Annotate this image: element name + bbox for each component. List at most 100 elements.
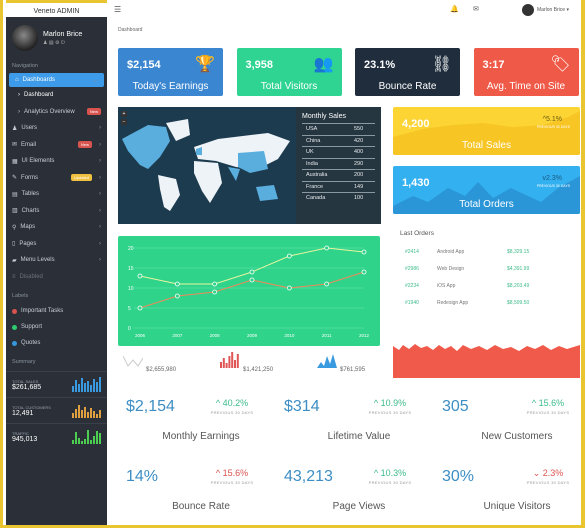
- bar: [87, 381, 89, 392]
- bar: [75, 432, 77, 444]
- user-icons[interactable]: ♟ ▤ ⚙ ⏻: [43, 40, 82, 46]
- bar: [93, 436, 95, 444]
- avatar[interactable]: [12, 25, 38, 51]
- messages-icon[interactable]: ✉: [473, 5, 479, 13]
- chevron-up-icon: ^: [373, 468, 381, 478]
- sidebar-item-ui-elements[interactable]: ▦ UI Elements ›: [6, 153, 107, 170]
- order-row[interactable]: #2414 Android App $8,329.15: [405, 243, 580, 260]
- bar: [75, 409, 77, 418]
- card-value: 3:17: [482, 59, 505, 71]
- chevron-right-icon: ›: [99, 207, 101, 214]
- sidebar-item-analytics-overview[interactable]: › Analytics Overview New: [6, 104, 107, 121]
- data-point[interactable]: [286, 285, 292, 291]
- kpi-stat: $2,154 ^ 40.2% PREVIOUS 30 DAYS Monthly Ear…: [126, 398, 276, 448]
- data-point[interactable]: [324, 281, 330, 287]
- monthly-sales-row: Australia 200: [302, 169, 375, 181]
- sidebar-item-pages[interactable]: ▯ Pages ›: [6, 236, 107, 253]
- order-row[interactable]: #2234 iOS App $8,203.49: [405, 277, 580, 294]
- summary-heading: Summary: [12, 359, 36, 365]
- sidebar-item-label: Menu Levels: [20, 257, 55, 264]
- sparkline-value: $1,421,250: [243, 367, 274, 373]
- sidebar-item-disabled[interactable]: ≡ Disabled: [6, 269, 107, 286]
- order-row[interactable]: #1940 Redesign App $8,599.50: [405, 294, 580, 311]
- total-sales-value: 4,200: [402, 118, 430, 130]
- sidebar-item-dashboard[interactable]: › Dashboard: [6, 87, 107, 104]
- header-avatar[interactable]: [522, 4, 534, 16]
- summary-label: TOTAL SALES: [12, 378, 39, 384]
- stat-card[interactable]: 3,958 👥 Total Visitors: [236, 48, 342, 96]
- data-point[interactable]: [137, 305, 143, 311]
- order-row[interactable]: #2986 Web Design $4,391.99: [405, 260, 580, 277]
- sidebar-item-maps[interactable]: ⚲ Maps ›: [6, 219, 107, 236]
- chart-icon: ▥: [12, 208, 18, 215]
- data-point[interactable]: [137, 273, 143, 279]
- sparkline-value: $761,595: [340, 367, 366, 373]
- card-value: 3,958: [245, 59, 274, 71]
- folder-icon: ▰: [12, 257, 17, 264]
- sidebar-item-dashboards[interactable]: ⌂ Dashboards ⌄: [9, 73, 104, 87]
- data-point[interactable]: [286, 253, 292, 259]
- data-point[interactable]: [174, 281, 180, 287]
- sparkline-icon: [122, 352, 144, 373]
- world-map[interactable]: [118, 107, 296, 224]
- bar: [96, 431, 98, 444]
- series-line-1: [139, 271, 365, 309]
- order-id: #1940: [405, 299, 419, 306]
- label-dot-icon: [12, 324, 17, 330]
- chevron-down-icon: ⌄: [532, 468, 543, 478]
- sidebar-item-users[interactable]: ♟ Users ›: [6, 120, 107, 137]
- bar: [84, 383, 86, 392]
- sidebar-item-label: Maps: [20, 224, 36, 231]
- edit-icon: ✎: [12, 175, 18, 182]
- sidebar-item-menu-levels[interactable]: ▰ Menu Levels ›: [6, 252, 107, 269]
- card-label: Avg. Time on Site: [486, 81, 566, 92]
- header-user-menu[interactable]: Marlon Brice ▾: [537, 7, 569, 13]
- red-area-chart: [393, 344, 580, 378]
- brand-logo[interactable]: Veneto ADMIN: [6, 0, 107, 17]
- sidebar-item-label: Charts: [21, 207, 40, 214]
- hamburger-menu-icon[interactable]: ☰: [114, 5, 121, 14]
- summary-item: TOTAL CUSTOMERS 12,491: [6, 397, 107, 423]
- data-point[interactable]: [324, 245, 330, 251]
- card-value: 23.1%: [364, 59, 396, 71]
- bar: [99, 433, 101, 444]
- country: France: [306, 183, 324, 190]
- stat-card[interactable]: $2,154 🏆 Today's Earnings: [118, 48, 223, 96]
- country: UK: [306, 149, 314, 156]
- sidebar-item-email[interactable]: ✉ Email New ›: [6, 137, 107, 154]
- kpi-change: ^ 10.3%: [360, 468, 420, 478]
- total-sales-change: ^5.1%: [542, 116, 562, 123]
- data-point[interactable]: [174, 293, 180, 299]
- chevron-up-icon: ^: [531, 398, 539, 408]
- monthly-sales-row: India 290: [302, 157, 375, 170]
- kpi-change: ⌄ 2.3%: [518, 468, 578, 479]
- sidebar-item-charts[interactable]: ▥ Charts ›: [6, 203, 107, 220]
- envelope-icon: ✉: [12, 142, 18, 149]
- order-amount: $8,599.50: [507, 299, 530, 306]
- data-point[interactable]: [361, 249, 367, 255]
- stat-card[interactable]: 23.1% ⛓ Bounce Rate: [355, 48, 460, 96]
- total-orders-label: Total Orders: [459, 199, 514, 210]
- kpi-change-value: 10.3%: [380, 468, 407, 478]
- stat-card[interactable]: 3:17 🏷 Avg. Time on Site: [473, 48, 579, 96]
- data-point[interactable]: [361, 269, 367, 275]
- notification-icon[interactable]: 🔔: [450, 5, 459, 13]
- data-point[interactable]: [249, 277, 255, 283]
- label-item[interactable]: Important Tasks: [6, 303, 107, 319]
- bar: [81, 410, 83, 418]
- bar: [81, 441, 83, 444]
- breadcrumb[interactable]: Dashboard: [118, 27, 142, 33]
- label-item[interactable]: Quotes: [6, 335, 107, 351]
- unlink-icon: ⛓: [431, 56, 452, 73]
- data-point[interactable]: [212, 289, 218, 295]
- label-item[interactable]: Support: [6, 319, 107, 335]
- kpi-value: 14%: [126, 468, 159, 485]
- data-point[interactable]: [212, 281, 218, 287]
- sidebar-item-forms[interactable]: ✎ Forms Updated ›: [6, 170, 107, 187]
- data-point[interactable]: [249, 269, 255, 275]
- kpi-period: PREVIOUS 30 DAYS: [368, 480, 412, 485]
- chevron-right-icon: ›: [99, 240, 101, 247]
- y-tick-label: 5: [128, 306, 131, 312]
- sidebar-item-tables[interactable]: ▤ Tables ›: [6, 186, 107, 203]
- order-product: Redesign App: [437, 299, 469, 306]
